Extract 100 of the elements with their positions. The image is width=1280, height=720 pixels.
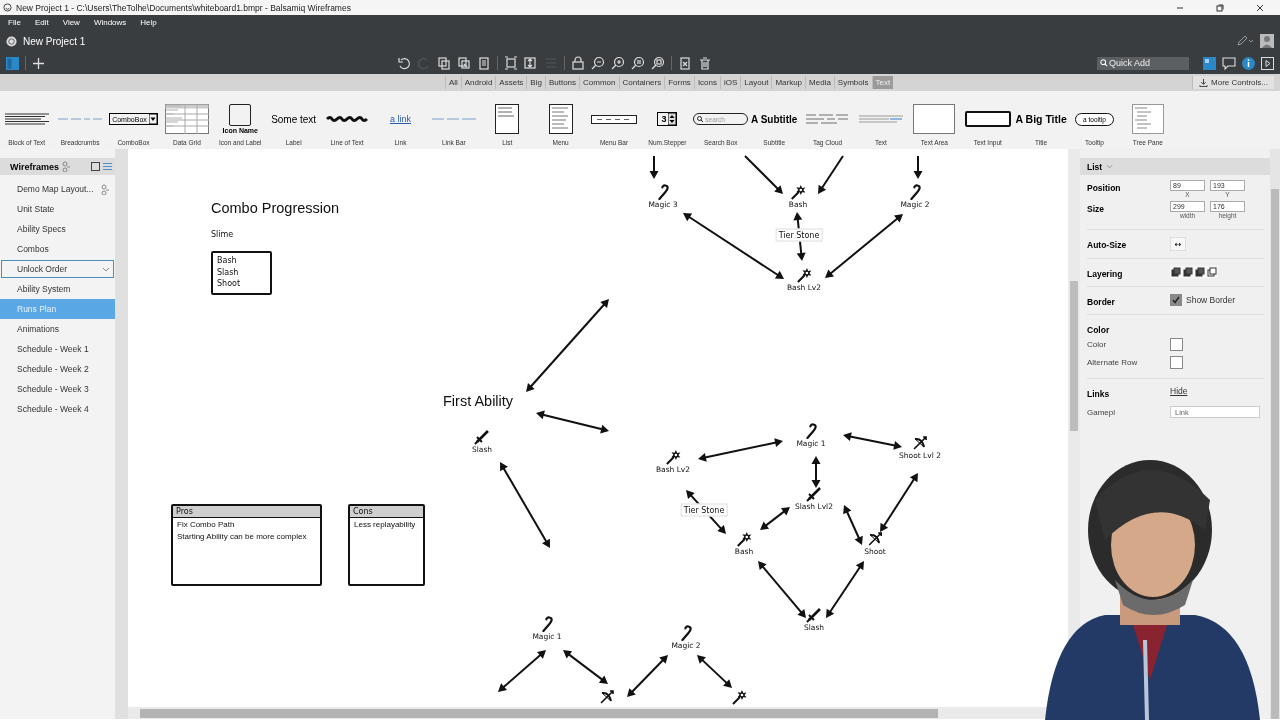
double-arrow bbox=[811, 456, 821, 488]
label-preview: Some text bbox=[271, 113, 317, 125]
wireframe-list: Bash Slash Shoot bbox=[211, 251, 272, 295]
tag-label: Tier Stone bbox=[775, 228, 823, 242]
scrollbar-thumb[interactable] bbox=[1271, 189, 1279, 719]
trash-icon[interactable] bbox=[698, 56, 712, 70]
double-arrow bbox=[758, 561, 806, 618]
thumbnail-view-icon[interactable] bbox=[91, 162, 100, 171]
page-item[interactable]: Ability System bbox=[0, 279, 115, 299]
category-tab[interactable]: Big bbox=[526, 76, 545, 89]
menubar-entry[interactable]: Help bbox=[140, 18, 157, 27]
lock-icon[interactable] bbox=[571, 56, 585, 70]
show-border-checkbox[interactable]: Show Border bbox=[1170, 294, 1236, 306]
panel-icon[interactable] bbox=[6, 56, 19, 70]
staff-icon bbox=[655, 184, 671, 200]
page-item[interactable]: Animations bbox=[0, 319, 115, 339]
zoom-out-icon[interactable] bbox=[591, 56, 605, 70]
category-tab[interactable]: Forms bbox=[664, 76, 694, 89]
page-item[interactable]: Schedule - Week 2 bbox=[0, 359, 115, 379]
info-icon[interactable] bbox=[1242, 56, 1255, 70]
section-title: Color bbox=[1087, 324, 1111, 335]
category-tab[interactable]: Symbols bbox=[833, 76, 872, 89]
send-backward-icon[interactable] bbox=[1195, 267, 1205, 277]
category-tab[interactable]: Icons bbox=[693, 76, 720, 89]
quick-add-field[interactable]: Quick Add bbox=[1097, 56, 1189, 70]
property-label: Auto-Size bbox=[1087, 239, 1128, 250]
category-tab[interactable]: Buttons bbox=[544, 76, 580, 89]
layout-icon[interactable] bbox=[1203, 56, 1216, 70]
bow-icon bbox=[912, 435, 928, 451]
plus-icon[interactable] bbox=[32, 56, 45, 70]
close-icon[interactable] bbox=[1256, 3, 1264, 12]
bring-forward-icon[interactable] bbox=[1183, 267, 1193, 277]
category-tab[interactable]: Android bbox=[460, 76, 496, 89]
tree-pane-drawing bbox=[1131, 104, 1164, 134]
menubar-entry[interactable]: File bbox=[8, 18, 21, 27]
resize-icon[interactable] bbox=[524, 56, 538, 70]
restore-icon[interactable] bbox=[1216, 3, 1224, 12]
list-drawing bbox=[495, 104, 520, 134]
double-arrow bbox=[563, 650, 608, 684]
page-item[interactable]: Schedule - Week 1 bbox=[0, 339, 115, 359]
bow-icon bbox=[867, 531, 883, 547]
link-bar-drawing bbox=[430, 116, 477, 122]
clipboard-icon[interactable] bbox=[477, 56, 491, 70]
category-tab[interactable]: Markup bbox=[771, 76, 806, 89]
present-icon[interactable] bbox=[1261, 56, 1274, 70]
undo-icon[interactable] bbox=[397, 56, 411, 70]
category-tab[interactable]: All bbox=[444, 76, 461, 89]
sword-icon bbox=[806, 607, 822, 623]
scrollbar-thumb[interactable] bbox=[1070, 281, 1078, 431]
zoom-in-icon[interactable] bbox=[611, 56, 625, 70]
zoom-fit-icon[interactable] bbox=[651, 56, 665, 70]
zoom-actual-icon[interactable] bbox=[631, 56, 645, 70]
comment-icon[interactable] bbox=[1222, 56, 1236, 70]
link-icon bbox=[61, 161, 71, 172]
page-item[interactable]: Demo Map Layout... bbox=[0, 179, 115, 199]
menubar-entry[interactable]: Windows bbox=[93, 18, 127, 27]
color-swatch[interactable] bbox=[1170, 355, 1183, 369]
page-item[interactable]: Unlock Order bbox=[0, 259, 115, 279]
icon-preview bbox=[229, 104, 252, 126]
bow-icon bbox=[599, 689, 615, 705]
auto-size-button[interactable]: ↔ bbox=[1170, 237, 1186, 251]
scrollbar-thumb[interactable] bbox=[140, 708, 938, 718]
clipboard-x-icon[interactable] bbox=[678, 56, 692, 70]
more-controls-button[interactable]: More Controls... bbox=[1192, 76, 1274, 89]
caret-icon bbox=[148, 114, 157, 124]
property-label: Position bbox=[1087, 182, 1122, 193]
checkmark-icon bbox=[1171, 295, 1181, 305]
wireframe-heading: First Ability bbox=[443, 393, 514, 409]
color-swatch[interactable] bbox=[1170, 337, 1183, 351]
category-tab[interactable]: Media bbox=[805, 76, 834, 89]
pencil-icon[interactable] bbox=[1236, 36, 1254, 46]
property-label: Size bbox=[1087, 203, 1105, 214]
tag-cloud-drawing bbox=[804, 113, 851, 125]
page-item[interactable]: Schedule - Week 4 bbox=[0, 399, 115, 419]
double-arrow bbox=[760, 507, 790, 530]
text-input-preview bbox=[964, 111, 1011, 127]
menubar-entry[interactable]: Edit bbox=[34, 18, 49, 27]
category-tab[interactable]: Assets bbox=[495, 76, 527, 89]
text-drawing bbox=[857, 114, 904, 124]
page-item[interactable]: Schedule - Week 3 bbox=[0, 379, 115, 399]
mace-icon bbox=[665, 449, 681, 465]
table-cell-text: Less replayability bbox=[353, 519, 417, 530]
breadcrumbs-drawing bbox=[57, 116, 104, 122]
category-tab[interactable]: Common bbox=[579, 76, 619, 89]
duplicate-icon[interactable] bbox=[457, 56, 471, 70]
menubar-entry[interactable]: View bbox=[62, 18, 80, 27]
sword-icon bbox=[474, 429, 490, 445]
category-tab[interactable]: Layout bbox=[740, 76, 772, 89]
send-to-back-icon[interactable] bbox=[1207, 267, 1217, 277]
page-item[interactable]: Unit State bbox=[0, 199, 115, 219]
hide-link[interactable]: Hide bbox=[1170, 386, 1188, 396]
group-icon[interactable] bbox=[504, 56, 518, 70]
property-label: Color bbox=[1087, 339, 1108, 349]
copy-icon[interactable] bbox=[437, 56, 451, 70]
page-item[interactable]: Ability Specs bbox=[0, 219, 115, 239]
bring-to-front-icon[interactable] bbox=[1171, 267, 1181, 277]
category-tab[interactable]: Containers bbox=[618, 76, 665, 89]
page-item[interactable]: Combos bbox=[0, 239, 115, 259]
category-tab[interactable]: iOS bbox=[720, 76, 741, 89]
property-label: Border bbox=[1087, 296, 1116, 307]
